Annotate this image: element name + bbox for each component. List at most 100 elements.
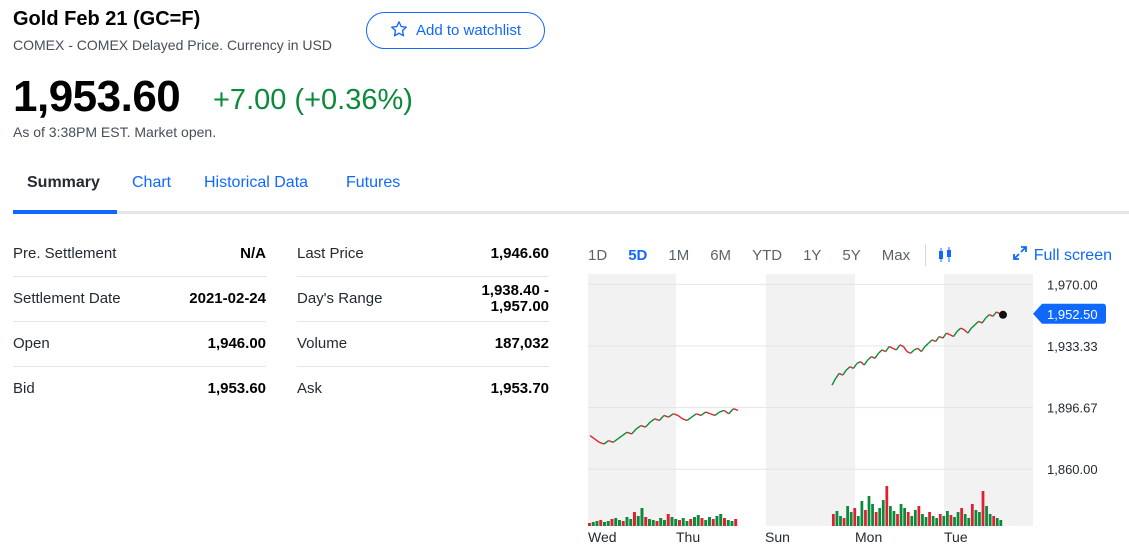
volume-bar: [730, 521, 734, 526]
volume-bar: [599, 520, 603, 526]
volume-bar: [689, 519, 693, 526]
volume-bar: [603, 522, 606, 526]
volume-bar: [931, 516, 935, 526]
volume-bar: [734, 519, 738, 526]
range-6m-button[interactable]: 6M: [710, 247, 731, 264]
add-to-watchlist-button[interactable]: Add to watchlist: [366, 12, 545, 49]
volume-bar: [723, 518, 726, 526]
volume-bar: [942, 516, 946, 526]
stat-label: Volume: [297, 321, 437, 367]
volume-bar: [874, 512, 878, 526]
full-screen-button[interactable]: Full screen: [1012, 245, 1112, 266]
price-change: +7.00 (+0.36%): [213, 84, 413, 116]
volume-bar: [670, 517, 674, 526]
volume-bar: [595, 521, 599, 526]
exchange-info: COMEX - COMEX Delayed Price. Currency in…: [13, 37, 332, 53]
volume-bar: [696, 515, 700, 526]
stat-value: 1,953.60: [207, 380, 266, 398]
volume-bar: [655, 521, 659, 526]
volume-bar: [674, 519, 678, 526]
x-tick-label: Sun: [765, 529, 790, 545]
volume-bar: [666, 514, 670, 526]
tab-summary[interactable]: Summary: [27, 174, 100, 192]
page-title: Gold Feb 21 (GC=F): [13, 8, 201, 30]
volume-bar: [992, 516, 996, 526]
volume-bar: [988, 514, 992, 526]
active-tab-indicator: [13, 210, 117, 214]
table-row: Ask 1,953.70: [297, 366, 549, 411]
volume-bar: [963, 514, 967, 526]
day-band: [588, 274, 676, 526]
range-max-button[interactable]: Max: [882, 247, 910, 264]
volume-bar: [625, 517, 629, 526]
volume-bar: [832, 514, 835, 526]
stat-label: Open: [13, 321, 163, 367]
volume-bar: [842, 518, 846, 526]
volume-bar: [935, 518, 939, 526]
volume-bar: [681, 518, 685, 526]
volume-bar: [871, 504, 874, 526]
stat-label: Bid: [13, 380, 35, 398]
day-band: [766, 274, 855, 526]
volume-bar: [967, 518, 971, 526]
volume-bar: [849, 512, 853, 526]
summary-table-right: Last Price 1,946.60 Day's Range 1,938.40 -…: [297, 231, 549, 411]
table-row: Pre. Settlement N/A: [13, 231, 266, 277]
volume-bar: [956, 512, 960, 526]
tab-futures[interactable]: Futures: [346, 174, 400, 192]
volume-bar: [999, 520, 1003, 526]
volume-bar: [881, 500, 885, 526]
stat-label: Pre. Settlement: [13, 231, 163, 277]
stat-label: Day's Range: [297, 276, 437, 322]
volume-bar: [949, 515, 953, 526]
volume-bar: [648, 519, 651, 526]
volume-bar: [708, 517, 711, 526]
table-row: Open 1,946.00: [13, 321, 266, 367]
volume-bar: [640, 508, 644, 526]
summary-table-left: Pre. Settlement N/A Settlement Date 2021-0…: [13, 231, 266, 411]
volume-bar: [946, 511, 949, 526]
range-ytd-button[interactable]: YTD: [752, 247, 782, 264]
tab-chart[interactable]: Chart: [132, 174, 171, 192]
stat-label: Ask: [297, 380, 323, 398]
volume-bar: [878, 508, 882, 526]
volume-bar: [629, 519, 633, 526]
y-tick-label: 1,933.33: [1047, 339, 1098, 354]
stat-value: 1,946.00: [163, 321, 266, 367]
volume-bar: [889, 506, 892, 526]
volume-bar: [867, 496, 871, 526]
volume-bar: [899, 504, 903, 526]
range-5d-button[interactable]: 5D: [628, 247, 647, 264]
stat-value: 187,032: [437, 321, 549, 367]
volume-bar: [928, 512, 931, 526]
stat-value: 1,953.70: [490, 380, 549, 398]
range-5y-button[interactable]: 5Y: [842, 247, 860, 264]
table-row: Day's Range 1,938.40 - 1,957.00: [297, 276, 549, 322]
volume-bar: [953, 517, 956, 526]
candlestick-icon[interactable]: [936, 246, 954, 264]
price-chart[interactable]: 1,970.00 1,933.33 1,896.67 1,860.00 Wed Thu S…: [588, 268, 1129, 555]
volume-bar: [846, 506, 850, 526]
watchlist-label: Add to watchlist: [415, 22, 522, 39]
range-1m-button[interactable]: 1M: [668, 247, 689, 264]
volume-bar: [938, 514, 942, 526]
volume-bar: [906, 512, 910, 526]
tab-historical-data[interactable]: Historical Data: [204, 174, 308, 192]
volume-bar: [985, 506, 988, 526]
stat-label: Settlement Date: [13, 276, 163, 322]
volume-bar: [974, 510, 978, 526]
volume-bar: [719, 514, 723, 526]
volume-bar: [839, 516, 842, 526]
range-1y-button[interactable]: 1Y: [803, 247, 821, 264]
volume-bar: [903, 508, 907, 526]
volume-bar: [618, 520, 621, 526]
volume-bar: [835, 511, 839, 526]
volume-bar: [610, 519, 614, 526]
range-1d-button[interactable]: 1D: [588, 247, 607, 264]
table-row: Bid 1,953.60: [13, 366, 266, 411]
stat-value: 2021-02-24: [163, 276, 266, 322]
y-tick-label: 1,970.00: [1047, 277, 1098, 292]
volume-bar: [588, 523, 591, 526]
volume-bar: [633, 512, 636, 526]
day-band: [855, 274, 944, 526]
